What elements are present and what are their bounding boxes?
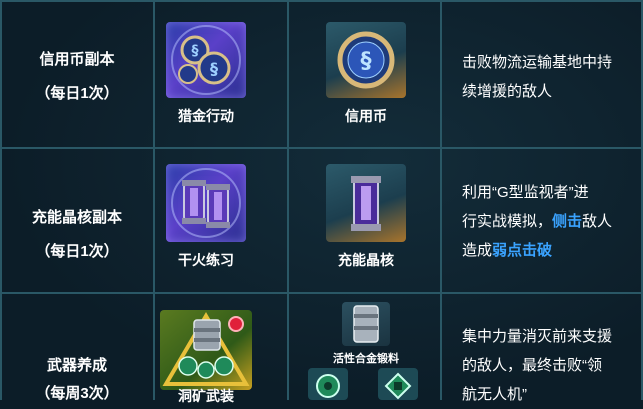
item-label: 洞矿武装 [178,388,234,404]
dungeon-name: 充能晶核副本 [31,209,122,226]
resource-table: 信用币副本 （每日1次） § § 猎金行动 § 信用币 击败物流运输基地中持 续… [0,0,643,404]
green-gear-icon[interactable] [308,368,348,400]
item-label: 信用币 [345,108,387,124]
description-line: 集中力量消灭前来支援 [462,328,613,345]
dungeon-frequency: （每日1次） [35,243,119,260]
description-line: 航无人机” [462,386,527,403]
description-line: 的敌人，最终击败“领 [462,357,602,374]
green-chip-icon[interactable] [378,368,418,400]
item-label: 干火练习 [178,252,234,268]
item-label: 活性合金锻料 [333,353,399,365]
description-text: 行实战模拟， [462,213,553,230]
column-divider [153,0,155,400]
credit-coins-icon[interactable]: § § [166,22,246,98]
energy-core-pair-icon[interactable] [166,164,246,242]
svg-text:§: § [210,59,218,78]
dungeon-name: 信用币副本 [39,51,115,68]
column-divider [440,0,442,400]
description-line: 造成弱点击破 [462,236,634,265]
row-divider [0,0,643,2]
dungeon-frequency: （每日1次） [35,85,119,102]
alloy-material-icon[interactable] [342,302,390,346]
dungeon-description: 击败物流运输基地中持 续增援的敌人 [462,48,634,106]
description-line: 续增援的敌人 [462,83,553,100]
dungeon-name: 武器养成 [46,357,107,374]
item-label: 猎金行动 [178,108,234,124]
svg-text:§: § [361,49,372,74]
description-text: 敌人 [582,213,613,230]
dungeon-description: 集中力量消灭前来支援 的敌人，最终击败“领 航无人机” [462,322,634,409]
svg-text:§: § [192,43,199,59]
row-divider [0,147,643,149]
description-line: 击败物流运输基地中持 [462,54,613,71]
credit-coin-icon[interactable]: § [326,22,406,98]
description-text: 造成 [462,242,493,259]
row-divider [0,292,643,294]
description-line: 利用“G型监视者”进 [462,184,589,201]
item-label: 充能晶核 [338,252,394,268]
highlight-keyword: 侧击 [552,213,583,230]
notification-badge [228,316,244,332]
column-divider [287,0,289,400]
dungeon-description: 利用“G型监视者”进 行实战模拟，侧击敌人 造成弱点击破 [462,178,634,265]
dungeon-frequency: （每周3次） [35,385,119,402]
description-line: 行实战模拟，侧击敌人 [462,207,634,236]
highlight-keyword: 弱点击破 [492,242,553,259]
energy-core-icon[interactable] [326,164,406,242]
